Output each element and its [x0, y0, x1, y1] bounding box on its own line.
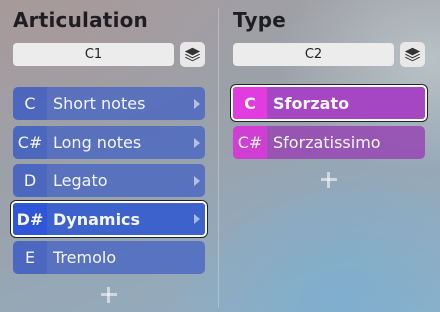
plus-icon[interactable] — [101, 287, 117, 303]
key-label: C — [13, 87, 47, 120]
articulation-column: Articulation C1 C Short notes C# Long no… — [0, 0, 218, 312]
type-item-sforzatissimo[interactable]: C# Sforzatissimo — [233, 126, 425, 159]
layers-icon — [404, 47, 421, 62]
item-label: Tremolo — [53, 248, 117, 267]
articulation-item-tremolo[interactable]: E Tremolo — [13, 241, 205, 274]
item-label: Sforzatissimo — [273, 133, 381, 152]
articulation-item-legato[interactable]: D Legato — [13, 164, 205, 197]
item-label: Long notes — [53, 133, 142, 152]
chevron-right-icon — [194, 214, 200, 224]
key-label: C — [233, 87, 267, 119]
item-label: Short notes — [53, 94, 146, 113]
type-item-sforzato[interactable]: C Sforzato — [231, 85, 427, 121]
articulation-item-dynamics[interactable]: D# Dynamics — [11, 201, 207, 237]
articulation-heading: Articulation — [13, 8, 148, 32]
key-label: D — [13, 164, 47, 197]
articulation-channel-selector[interactable]: C1 — [13, 43, 174, 66]
type-layers-button[interactable] — [400, 42, 425, 67]
articulation-item-short-notes[interactable]: C Short notes — [13, 87, 205, 120]
plus-icon[interactable] — [321, 172, 337, 188]
chevron-right-icon — [194, 98, 200, 109]
item-label: Legato — [53, 171, 108, 190]
chevron-right-icon — [194, 175, 200, 186]
key-label: E — [13, 241, 47, 274]
item-label: Dynamics — [53, 209, 141, 229]
chevron-right-icon — [194, 137, 200, 148]
articulation-layers-button[interactable] — [180, 42, 205, 67]
type-channel-selector[interactable]: C2 — [233, 43, 394, 66]
key-label: C# — [233, 126, 267, 159]
layers-icon — [184, 47, 201, 62]
articulation-item-long-notes[interactable]: C# Long notes — [13, 126, 205, 159]
key-label: C# — [13, 126, 47, 159]
column-divider — [218, 8, 219, 308]
type-heading: Type — [233, 8, 286, 32]
type-column: Type C2 C Sforzato C# Sforzatissimo — [220, 0, 440, 312]
item-label: Sforzato — [273, 93, 350, 113]
key-label: D# — [13, 203, 47, 235]
